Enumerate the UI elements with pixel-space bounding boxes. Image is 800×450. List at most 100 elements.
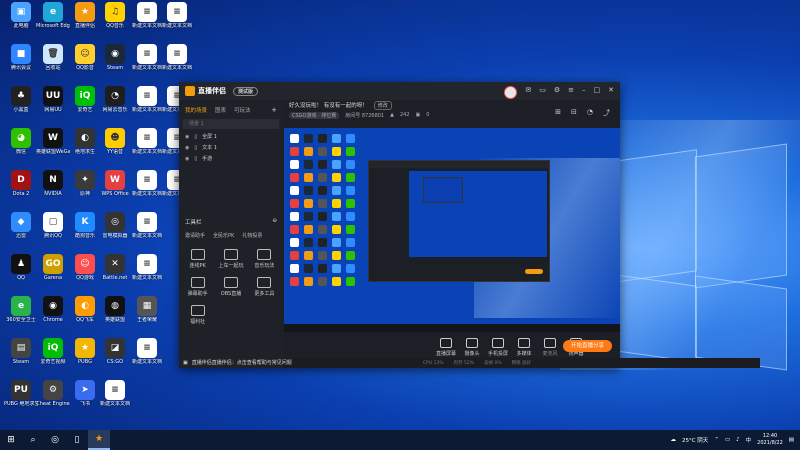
desktop-icon[interactable]: N NVIDIA: [36, 170, 70, 197]
desktop-icon[interactable]: ≡ 新建文本文档: [160, 2, 194, 29]
desktop-icon[interactable]: ▤ Steam: [4, 338, 38, 365]
desktop-icon[interactable]: ♫ QQ音乐: [98, 2, 132, 29]
start-icon[interactable]: ⊞: [0, 430, 22, 450]
desktop-icon[interactable]: ≡ 新建文本文档: [160, 44, 194, 71]
tab-charts[interactable]: 图表: [215, 106, 226, 114]
cast-icon[interactable]: ▭: [539, 86, 546, 99]
tool-item[interactable]: 弹幕助手: [181, 277, 214, 297]
desktop-icon[interactable]: ◪ CS:GO: [98, 338, 132, 365]
desktop-icon[interactable]: ▢ 腾讯QQ: [36, 212, 70, 239]
help-notice[interactable]: ▣ 直播伴侣直播伴侣：点击查看帮助与常见问题: [183, 359, 292, 367]
desktop-icon[interactable]: ◐ QQ飞车: [68, 296, 102, 323]
desktop-icon[interactable]: ✕ Battle.net: [98, 254, 132, 281]
desktop-icon[interactable]: e Microsoft Edge: [36, 2, 70, 29]
desktop-icon[interactable]: iQ 爱奇艺: [68, 86, 102, 113]
desktop-icon[interactable]: ◐ 绝地求生: [68, 128, 102, 155]
eye-icon[interactable]: ◉: [185, 134, 189, 140]
menu-icon[interactable]: ≡: [568, 86, 574, 99]
phone-cast-button[interactable]: 手机投屏: [485, 337, 511, 357]
desktop-icon[interactable]: ♟ QQ: [4, 254, 38, 281]
scene-item[interactable]: 场景 1: [183, 119, 279, 129]
tab-scenes[interactable]: 我的场景: [185, 106, 207, 114]
desktop-icon[interactable]: e 360安全卫士: [4, 296, 38, 323]
edit-button[interactable]: 修改: [373, 100, 392, 110]
desktop-icon[interactable]: ◆ 迅雷: [4, 212, 38, 239]
tool-item[interactable]: 连线PK: [181, 249, 214, 269]
notification-icon[interactable]: ▤: [789, 437, 794, 443]
tool-item[interactable]: OBS直播: [214, 277, 247, 297]
desktop-icon[interactable]: ▦ 王者荣耀: [130, 296, 164, 323]
close-icon[interactable]: ✕: [608, 86, 614, 99]
microphone-button[interactable]: 麦克风: [537, 337, 563, 357]
desktop-icon[interactable]: W WPS Office: [98, 170, 132, 197]
weather-text[interactable]: 25°C 阴天: [682, 436, 708, 444]
desktop-icon[interactable]: ≡ 新建文本文档: [130, 254, 164, 281]
media-button[interactable]: 多媒体: [511, 337, 537, 357]
desktop-icon[interactable]: ≡ 新建文本文档: [130, 170, 164, 197]
source-item[interactable]: ◉ ▯ 文本 1: [179, 142, 283, 153]
screen-capture-button[interactable]: 直播屏幕: [433, 337, 459, 357]
volume-icon[interactable]: ♪: [736, 437, 740, 443]
desktop-icon[interactable]: ■ 腾讯会议: [4, 44, 38, 71]
desktop-icon[interactable]: ◎ 雷电模拟器: [98, 212, 132, 239]
desktop-icon[interactable]: 🗑 回收站: [36, 44, 70, 71]
tool-item[interactable]: 音乐玩法: [248, 249, 281, 269]
desktop-icon[interactable]: W英雄联盟WeGame: [36, 128, 70, 155]
lock-icon[interactable]: ▯: [194, 145, 197, 151]
desktop-icon[interactable]: GO Garena: [36, 254, 70, 281]
camera-button[interactable]: 摄像头: [459, 337, 485, 357]
desktop-icon[interactable]: ≡ 新建文本文档: [130, 212, 164, 239]
message-icon[interactable]: ✉: [525, 86, 531, 99]
clock[interactable]: 12:40 2021/8/22: [757, 433, 783, 447]
desktop-icon[interactable]: UU 网易UU: [36, 86, 70, 113]
desktop-icon[interactable]: ★ PUBG: [68, 338, 102, 365]
desktop-icon[interactable]: ◉ Steam: [98, 44, 132, 71]
task-view-icon[interactable]: ◎: [44, 430, 66, 450]
desktop-icon[interactable]: PU PUBG 绝地求生: [4, 380, 38, 407]
tool-item[interactable]: 上车一起玩: [214, 249, 247, 269]
tool-item[interactable]: 更多工具: [248, 277, 281, 297]
desktop-icon[interactable]: ▣ 此电脑: [4, 2, 38, 29]
category-tag[interactable]: CSGO游戏 · 排位赛: [289, 111, 340, 119]
taskview-button-icon[interactable]: ▯: [66, 430, 88, 450]
desktop-icon[interactable]: ◉ Chrome: [36, 296, 70, 323]
desktop-icon[interactable]: ◔ 网易云音乐: [98, 86, 132, 113]
avatar[interactable]: [504, 86, 518, 99]
shop-icon[interactable]: ⊟: [571, 108, 577, 118]
source-item[interactable]: ◉ ▯ 全屏 1: [179, 131, 283, 142]
gift-icon[interactable]: ⊞: [555, 108, 561, 118]
search-icon[interactable]: ⌕: [22, 430, 44, 450]
eye-icon[interactable]: ◉: [185, 156, 189, 162]
add-icon[interactable]: +: [271, 106, 277, 114]
desktop-icon[interactable]: ☺ QQ游戏: [68, 254, 102, 281]
live-companion-taskbar-icon[interactable]: ★: [88, 430, 110, 450]
desktop-icon[interactable]: K 酷狗音乐: [68, 212, 102, 239]
desktop-icon[interactable]: ≡ 新建文本文档: [130, 128, 164, 155]
desktop-icon[interactable]: ◕ 微信: [4, 128, 38, 155]
minimize-icon[interactable]: –: [582, 86, 586, 99]
desktop-icon[interactable]: ≡ 新建文本文档: [130, 338, 164, 365]
desktop-icon[interactable]: ★ 直播伴侣: [68, 2, 102, 29]
tool-link[interactable]: 礼物投票: [242, 232, 262, 239]
desktop-icon[interactable]: ☺ QQ影音: [68, 44, 102, 71]
lock-icon[interactable]: ▯: [194, 156, 197, 162]
desktop-icon[interactable]: ≡ 新建文本文档: [130, 2, 164, 29]
ime-icon[interactable]: 中: [746, 436, 752, 444]
tool-item[interactable]: 福利社: [181, 305, 214, 325]
eye-icon[interactable]: ◉: [185, 145, 189, 151]
desktop-icon[interactable]: ⚙ Cheat Engine: [36, 380, 70, 407]
desktop-icon[interactable]: ≡ 新建文本文档: [130, 44, 164, 71]
source-item[interactable]: ◉ ▯ 手游: [179, 153, 283, 164]
desktop-icon[interactable]: ☻ YY语音: [98, 128, 132, 155]
network-icon[interactable]: ▭: [725, 437, 730, 443]
maximize-icon[interactable]: □: [594, 86, 601, 99]
desktop-icon[interactable]: D Dota 2: [4, 170, 38, 197]
desktop-icon[interactable]: ✦ 原神: [68, 170, 102, 197]
desktop-icon[interactable]: ➤ 飞书: [68, 380, 102, 407]
bell-icon[interactable]: ◔: [587, 108, 593, 118]
desktop-icon[interactable]: ≡ 新建文本文档: [130, 86, 164, 113]
tool-link[interactable]: 邀请助手: [185, 232, 205, 239]
toolbox-toggle-icon[interactable]: ⊖: [272, 218, 277, 226]
desktop-icon[interactable]: ◍ 英雄联盟: [98, 296, 132, 323]
tray-up-icon[interactable]: ⌃: [714, 437, 719, 443]
